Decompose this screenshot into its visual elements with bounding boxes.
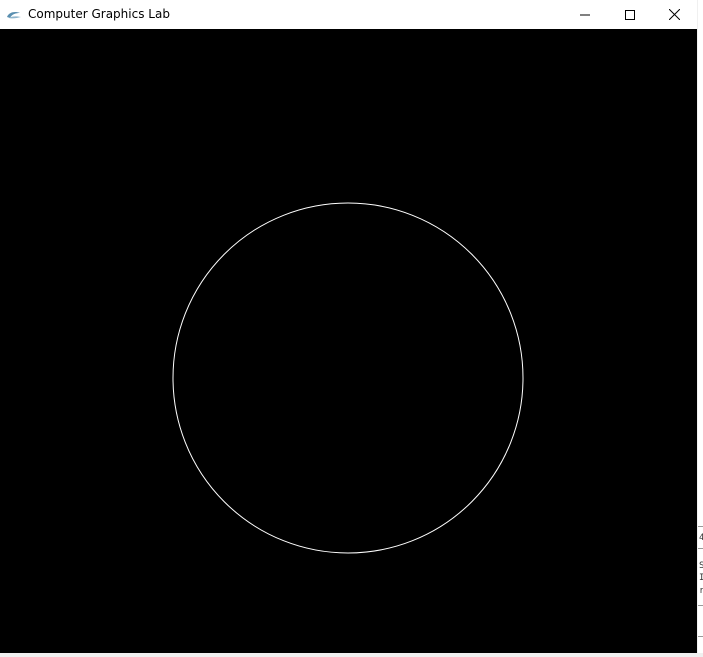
minimize-button[interactable]	[562, 0, 607, 29]
canvas-svg	[172, 202, 524, 554]
background-window-edge: 4 S I r	[698, 0, 703, 653]
app-logo-icon	[6, 7, 22, 21]
minimize-icon	[579, 5, 590, 24]
app-window: Computer Graphics Lab	[0, 0, 697, 653]
drawing-canvas[interactable]	[0, 29, 697, 653]
background-divider	[698, 526, 703, 527]
window-title: Computer Graphics Lab	[28, 7, 170, 21]
close-button[interactable]	[652, 0, 697, 29]
background-divider	[698, 605, 703, 606]
background-text-fragment: I	[699, 573, 703, 583]
background-text-fragment: 4	[699, 533, 703, 543]
background-divider	[698, 636, 703, 637]
background-text-fragment: r	[699, 586, 703, 596]
background-divider	[698, 548, 703, 549]
background-text-fragment: S	[699, 561, 703, 571]
maximize-button[interactable]	[607, 0, 652, 29]
close-icon	[668, 5, 681, 24]
maximize-icon	[624, 5, 635, 24]
title-bar[interactable]: Computer Graphics Lab	[0, 0, 697, 29]
drawn-circle	[172, 202, 524, 554]
